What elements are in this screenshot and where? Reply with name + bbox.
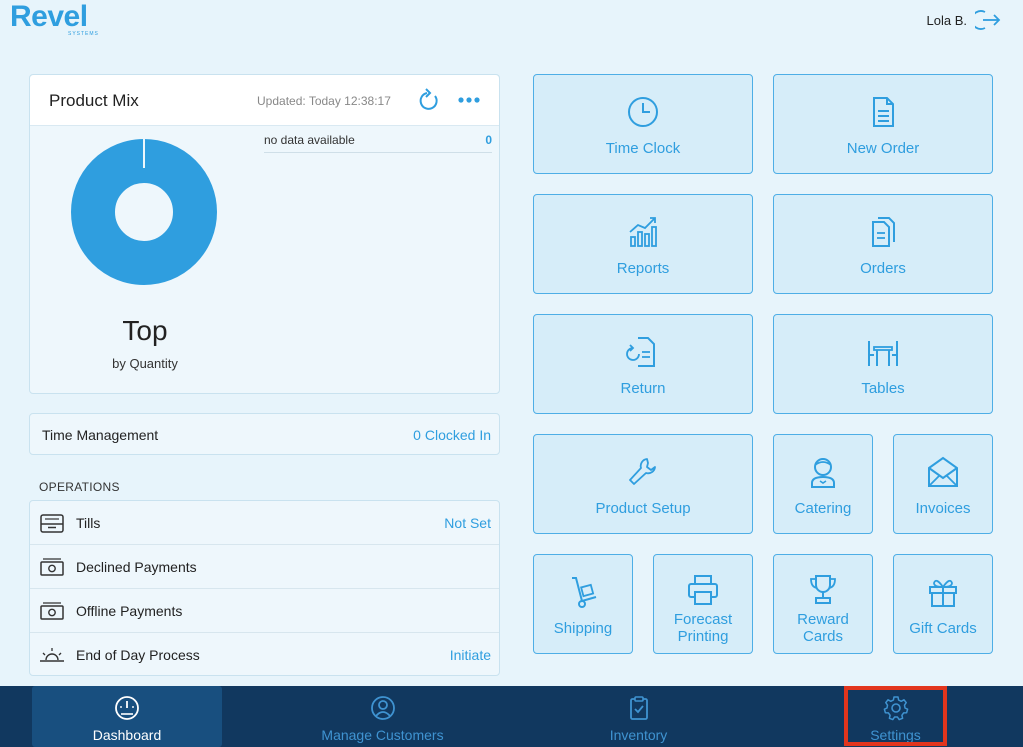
documents-icon xyxy=(872,217,895,247)
product-mix-donut xyxy=(71,138,217,285)
nav-settings[interactable]: Settings xyxy=(848,686,943,747)
trophy-icon xyxy=(810,575,836,604)
end-of-day-row[interactable]: End of Day Process Initiate xyxy=(30,633,499,677)
printer-icon xyxy=(688,575,718,605)
catering-tile[interactable]: Catering xyxy=(773,434,873,534)
tills-value: Not Set xyxy=(444,515,491,531)
product-mix-title: Product Mix xyxy=(49,91,139,110)
nav-dashboard[interactable]: Dashboard xyxy=(32,686,222,747)
gear-icon xyxy=(883,696,908,721)
new-order-label: New Order xyxy=(846,140,920,157)
refresh-icon[interactable] xyxy=(418,88,440,112)
tables-label: Tables xyxy=(861,380,905,397)
product-mix-top-label: Top xyxy=(122,315,168,346)
time-management-row[interactable]: Time Management 0 Clocked In xyxy=(29,413,500,455)
logo-text: Revel xyxy=(10,0,88,33)
reports-tile[interactable]: Reports xyxy=(533,194,753,294)
bottom-nav: Dashboard Manage Customers Inventory Set… xyxy=(0,686,1023,747)
revel-logo: Revel SYSTEMS xyxy=(10,0,98,38)
gift-cards-label: Gift Cards xyxy=(909,620,977,637)
end-of-day-label: End of Day Process xyxy=(76,647,200,663)
bar-chart-icon xyxy=(629,217,657,247)
return-icon xyxy=(626,337,655,367)
end-of-day-value[interactable]: Initiate xyxy=(450,647,491,663)
product-mix-by-label: by Quantity xyxy=(112,356,178,371)
orders-tile[interactable]: Orders xyxy=(773,194,993,294)
user-name: Lola B. xyxy=(926,12,967,28)
wrench-icon xyxy=(629,458,656,485)
offline-payments-label: Offline Payments xyxy=(76,603,183,619)
forecast-printing-label: Forecast Printing xyxy=(673,611,733,645)
more-options-icon[interactable] xyxy=(457,91,481,109)
tills-row[interactable]: Tills Not Set xyxy=(30,501,499,545)
offline-payments-row[interactable]: Offline Payments xyxy=(30,589,499,633)
logo-subtitle: SYSTEMS xyxy=(68,31,99,37)
clipboard-icon xyxy=(629,696,648,720)
new-order-tile[interactable]: New Order xyxy=(773,74,993,174)
shipping-label: Shipping xyxy=(553,620,613,637)
cash-icon xyxy=(40,602,64,620)
invoices-tile[interactable]: Invoices xyxy=(893,434,993,534)
time-clock-tile[interactable]: Time Clock xyxy=(533,74,753,174)
operations-list: Tills Not Set Declined Payments Offline … xyxy=(29,500,500,676)
nav-inventory-label: Inventory xyxy=(609,727,668,743)
declined-payments-row[interactable]: Declined Payments xyxy=(30,545,499,589)
product-setup-tile[interactable]: Product Setup xyxy=(533,434,753,534)
orders-label: Orders xyxy=(860,260,906,277)
no-data-label: no data available xyxy=(264,133,355,147)
header: Revel SYSTEMS Lola B. xyxy=(0,0,1023,48)
product-mix-updated: Updated: Today 12:38:17 xyxy=(257,94,391,108)
shipping-tile[interactable]: Shipping xyxy=(533,554,633,654)
product-mix-header: Product Mix Updated: Today 12:38:17 xyxy=(30,75,499,126)
tables-tile[interactable]: Tables xyxy=(773,314,993,414)
clock-icon xyxy=(628,97,658,127)
reward-cards-label: Reward Cards xyxy=(797,611,849,645)
gift-icon xyxy=(929,579,957,607)
clocked-in-count: 0 Clocked In xyxy=(413,427,491,443)
sunset-icon xyxy=(40,648,64,662)
invoices-label: Invoices xyxy=(915,500,971,517)
envelope-icon xyxy=(928,456,958,487)
time-clock-label: Time Clock xyxy=(605,140,681,157)
nav-dashboard-label: Dashboard xyxy=(92,727,162,743)
return-tile[interactable]: Return xyxy=(533,314,753,414)
product-setup-label: Product Setup xyxy=(595,500,691,517)
table-icon xyxy=(868,341,898,366)
user-menu: Lola B. xyxy=(927,8,1001,32)
nav-settings-label: Settings xyxy=(870,727,921,743)
nav-manage-customers[interactable]: Manage Customers xyxy=(300,686,465,747)
tills-icon xyxy=(40,514,64,533)
cash-icon xyxy=(40,558,64,576)
operations-heading: OPERATIONS xyxy=(39,480,120,494)
return-label: Return xyxy=(620,380,666,397)
forecast-printing-tile[interactable]: Forecast Printing xyxy=(653,554,753,654)
chef-icon xyxy=(811,458,835,488)
document-icon xyxy=(873,97,894,127)
nav-manage-customers-label: Manage Customers xyxy=(321,727,444,743)
tills-label: Tills xyxy=(76,515,101,531)
no-data-count: 0 xyxy=(485,133,492,147)
gift-cards-tile[interactable]: Gift Cards xyxy=(893,554,993,654)
no-data-row: no data available 0 xyxy=(264,131,492,153)
product-mix-card: Product Mix Updated: Today 12:38:17 Top … xyxy=(29,74,500,394)
logout-icon[interactable] xyxy=(975,8,1001,32)
reward-cards-tile[interactable]: Reward Cards xyxy=(773,554,873,654)
reports-label: Reports xyxy=(616,260,670,277)
time-management-title: Time Management xyxy=(42,427,159,443)
hand-truck-icon xyxy=(572,577,597,608)
nav-inventory[interactable]: Inventory xyxy=(580,686,697,747)
declined-payments-label: Declined Payments xyxy=(76,559,197,575)
user-circle-icon xyxy=(370,696,395,720)
speedometer-icon xyxy=(115,696,139,720)
catering-label: Catering xyxy=(794,500,852,517)
